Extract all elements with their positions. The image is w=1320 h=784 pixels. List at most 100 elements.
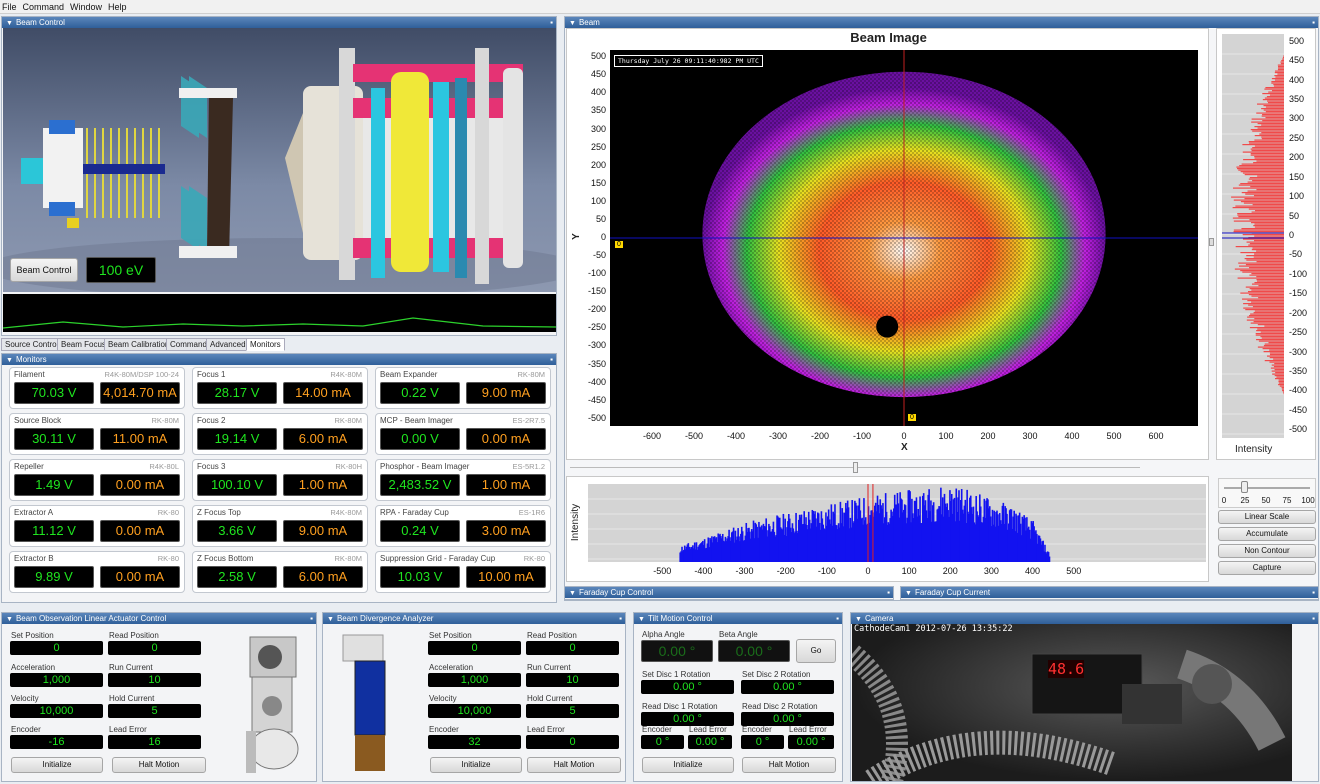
monitors-panel: ▼ Monitors ▪ Filament R4K-80M/DSP 100-24 70.… (1, 353, 557, 603)
monitor-voltage: 3.66 V (197, 520, 277, 542)
side-profile-bar (1258, 297, 1284, 299)
panel-menu-icon[interactable]: ▪ (619, 613, 622, 624)
side-profile-bar (1265, 87, 1284, 89)
panel-menu-icon[interactable]: ▪ (310, 613, 313, 624)
side-profile-bar (1271, 78, 1284, 80)
faraday-cup-current-panel: ▼ Faraday Cup Current ▪ (900, 586, 1319, 600)
tilt-halt-motion-button[interactable]: Halt Motion (742, 757, 836, 773)
side-profile-bar (1277, 64, 1284, 66)
x-tick-label: 500 (1106, 431, 1122, 441)
beam-heatmap-plot (610, 50, 1198, 426)
side-profile-bar (1256, 261, 1284, 263)
side-profile-bar (1269, 357, 1284, 359)
panel-menu-icon[interactable]: ▪ (1312, 587, 1315, 598)
scale-slider-thumb[interactable] (1241, 481, 1248, 493)
x-tick-label: -100 (852, 431, 871, 441)
side-profile-bar (1249, 327, 1284, 329)
monitor-card: Phosphor - Beam Imager ES-5R1.2 2,483.52 V… (375, 459, 551, 501)
side-profile-bar (1261, 136, 1284, 138)
side-profile-bar (1279, 385, 1284, 387)
panel-menu-icon[interactable]: ▪ (1312, 613, 1315, 624)
side-profile-bar (1269, 94, 1284, 96)
monitor-current: 0.00 mA (100, 566, 180, 588)
side-tick-label: 350 (1289, 94, 1305, 105)
side-profile-bar (1250, 129, 1284, 131)
monitor-label: Phosphor - Beam Imager (380, 462, 470, 471)
tab-monitors[interactable]: Monitors (246, 338, 285, 351)
side-profile-bar (1249, 288, 1284, 290)
panel-menu-icon[interactable]: ▪ (550, 354, 553, 365)
divergence-halt-motion-button[interactable]: Halt Motion (527, 757, 621, 773)
monitor-current: 1.00 mA (466, 474, 546, 496)
menu-window[interactable]: Window (70, 0, 102, 13)
scale-tick-label: 100 (1301, 496, 1315, 505)
menu-command[interactable]: Command (23, 0, 65, 13)
horizontal-splitter-handle[interactable] (853, 462, 858, 473)
side-profile-bar (1242, 298, 1284, 300)
set-disc1-field[interactable]: 0.00 ° (641, 680, 734, 694)
side-profile-bar (1274, 375, 1284, 377)
non-contour-button[interactable]: Non Contour (1218, 544, 1316, 558)
field-value[interactable]: 0 (10, 641, 103, 655)
side-tick-label: 250 (1289, 132, 1305, 143)
read-disc2-field: 0.00 ° (741, 712, 834, 726)
set-disc2-field[interactable]: 0.00 ° (741, 680, 834, 694)
scale-tick-label: 75 (1282, 496, 1292, 505)
y-tick-label: -150 (587, 286, 606, 297)
actuator-initialize-button[interactable]: Initialize (11, 757, 103, 773)
side-intensity-label: Intensity (1235, 444, 1273, 455)
beta-angle-field[interactable]: 0.00 ° (718, 640, 790, 662)
side-profile-bar (1243, 202, 1284, 204)
tab-beam-focus[interactable]: Beam Focus (57, 338, 110, 351)
monitor-current: 10.00 mA (466, 566, 546, 588)
x-tick-label: -600 (642, 431, 661, 441)
y-axis-label: Y (570, 233, 582, 240)
side-profile-bar (1268, 342, 1284, 344)
actuator-halt-motion-button[interactable]: Halt Motion (112, 757, 206, 773)
side-profile-bar (1283, 55, 1284, 57)
field-label: Acceleration (11, 663, 56, 672)
go-button[interactable]: Go (796, 639, 836, 663)
tab-source-control[interactable]: Source Control (1, 338, 63, 351)
monitor-voltage: 100.10 V (197, 474, 277, 496)
monitor-model: ES-1R6 (518, 508, 545, 517)
side-profile-bar (1278, 66, 1284, 68)
side-profile-bar (1246, 259, 1284, 261)
linear-scale-button[interactable]: Linear Scale (1218, 510, 1316, 524)
monitor-label: Beam Expander (380, 370, 438, 379)
field-value[interactable]: 0 (428, 641, 521, 655)
menu-help[interactable]: Help (108, 0, 127, 13)
beam-panel-title: Beam (578, 18, 600, 27)
panel-menu-icon[interactable]: ▪ (550, 17, 553, 28)
beam-control-title: Beam Control (15, 18, 65, 27)
tilt-initialize-button[interactable]: Initialize (642, 757, 734, 773)
side-profile-bar (1251, 211, 1284, 213)
tab-command[interactable]: Command (166, 338, 211, 351)
side-profile-bar (1248, 315, 1284, 317)
side-profile-bar (1262, 93, 1284, 95)
side-profile-bar (1263, 351, 1284, 353)
divergence-initialize-button[interactable]: Initialize (430, 757, 522, 773)
menu-file[interactable]: File (2, 0, 17, 13)
alpha-angle-field[interactable]: 0.00 ° (641, 640, 713, 662)
side-profile-bar (1231, 196, 1284, 198)
accumulate-button[interactable]: Accumulate (1218, 527, 1316, 541)
panel-menu-icon[interactable]: ▪ (887, 587, 890, 598)
side-profile-bar (1282, 57, 1284, 59)
y-tick-label: 200 (590, 159, 606, 170)
panel-menu-icon[interactable]: ▪ (836, 613, 839, 624)
camera-feed: 48.6 CathodeCam1 2012-07-26 13:35:22 (852, 624, 1292, 781)
tab-advanced[interactable]: Advanced (206, 338, 250, 351)
side-profile-bar (1251, 121, 1284, 123)
panel-title-bar: ▼ Beam ▪ (565, 17, 1318, 28)
tab-beam-calibration[interactable]: Beam Calibration (104, 338, 174, 351)
side-profile-bar (1278, 384, 1284, 386)
capture-button[interactable]: Capture (1218, 561, 1316, 575)
panel-menu-icon[interactable]: ▪ (1312, 17, 1315, 28)
vertical-splitter[interactable] (1209, 238, 1214, 246)
beam-control-button[interactable]: Beam Control (10, 258, 78, 282)
bottom-x-tick-label: 400 (1025, 566, 1041, 576)
side-profile-bar (1244, 258, 1284, 260)
monitor-label: Z Focus Bottom (197, 554, 254, 563)
side-profile-bar (1275, 372, 1284, 374)
